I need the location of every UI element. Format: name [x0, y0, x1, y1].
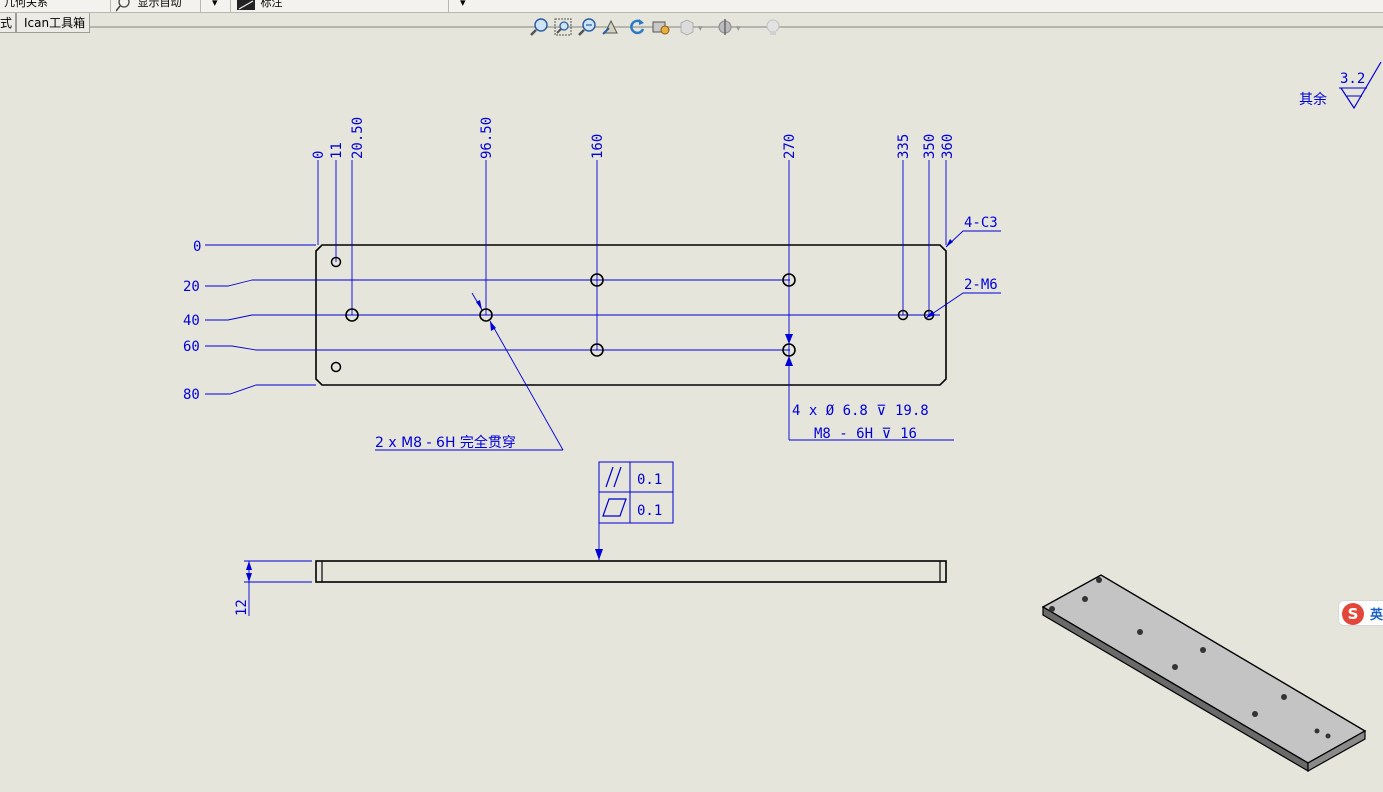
x-dim-160: 160 [590, 134, 606, 159]
counterbore-hole-callout[interactable]: 4 x Ø 6.8 ⊽ 19.8 M8 - 6H ⊽ 16 [785, 334, 954, 442]
sogou-logo-icon: S [1342, 603, 1364, 625]
m6-hole-callout[interactable]: 2-M6 [925, 277, 1001, 319]
surface-finish-label: 其余 [1299, 91, 1327, 108]
thru-hole-note: 2 x M8 - 6H 完全贯穿 [375, 434, 516, 451]
m6-hole-note: 2-M6 [964, 277, 998, 293]
chamfer-callout[interactable]: 4-C3 [945, 215, 1001, 248]
thickness-dim: 12 [234, 599, 250, 616]
y-dim-40: 40 [183, 313, 200, 329]
ime-indicator[interactable]: S 英 [1338, 600, 1383, 626]
flatness-icon [602, 498, 627, 517]
x-dim-350: 350 [922, 134, 938, 159]
counterbore-note-1: 4 x Ø 6.8 ⊽ 19.8 [792, 403, 929, 419]
gdt-frame[interactable]: 0.1 0.1 [595, 461, 674, 560]
surface-finish-value: 3.2 [1340, 71, 1365, 87]
x-dim-0: 0 [311, 151, 327, 159]
x-dim-11: 11 [329, 142, 345, 159]
surface-finish-symbol[interactable]: 其余 3.2 [1299, 61, 1382, 110]
y-dim-80: 80 [183, 387, 200, 403]
x-ordinate-dimensions[interactable]: 0 11 20.50 96.50 160 270 335 350 360 [311, 117, 956, 159]
chamfer-note: 4-C3 [964, 215, 998, 231]
top-view[interactable] [205, 160, 947, 440]
y-dim-20: 20 [183, 279, 200, 295]
x-dim-360: 360 [940, 134, 956, 159]
drawing-sheet: 其余 3.2 0 11 20.50 96.50 160 270 335 350 … [183, 61, 1382, 773]
x-dim-96-50: 96.50 [479, 117, 495, 159]
y-dim-0: 0 [193, 239, 201, 255]
isometric-view[interactable] [1041, 574, 1367, 773]
thru-hole-callout[interactable]: 2 x M8 - 6H 完全贯穿 [375, 292, 564, 451]
y-ordinate-dimensions[interactable]: 0 20 40 60 80 [183, 239, 201, 403]
ime-mode-label: 英 [1370, 608, 1383, 623]
x-dim-20-50: 20.50 [350, 117, 366, 159]
x-dim-270: 270 [782, 134, 798, 159]
gdt-flatness-value: 0.1 [637, 503, 662, 519]
side-view[interactable]: 12 [234, 560, 947, 616]
parallelism-icon [605, 466, 622, 488]
y-dim-60: 60 [183, 339, 200, 355]
gdt-parallelism-value: 0.1 [637, 472, 662, 488]
x-dim-335: 335 [896, 134, 912, 159]
